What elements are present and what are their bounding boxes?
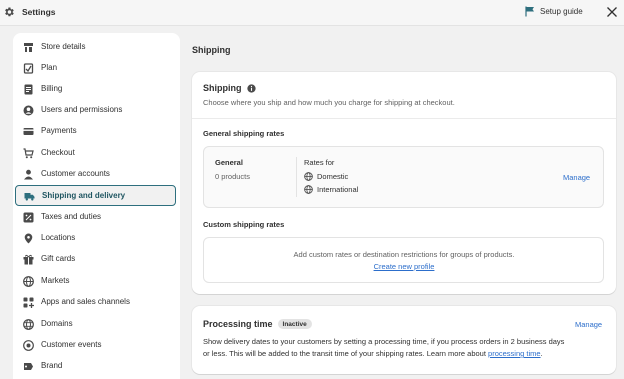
- apps-icon: [23, 297, 34, 308]
- custom-rates-label: Custom shipping rates: [203, 220, 285, 229]
- sidebar-item-domains[interactable]: Domains: [15, 314, 176, 335]
- manage-processing-link[interactable]: Manage: [575, 320, 602, 329]
- close-icon[interactable]: [606, 6, 618, 18]
- sidebar-item-apps[interactable]: Apps and sales channels: [15, 292, 176, 313]
- truck-icon: [24, 193, 35, 201]
- sidebar-item-label: Billing: [41, 84, 63, 93]
- setup-guide-label: Setup guide: [540, 7, 583, 16]
- sidebar-item-plan[interactable]: Plan: [15, 58, 176, 79]
- sidebar-item-taxes[interactable]: Taxes and duties: [15, 207, 176, 228]
- sidebar-item-users[interactable]: Users and permissions: [15, 100, 176, 121]
- sidebar-item-label: Customer events: [41, 340, 102, 349]
- sidebar-item-store-details[interactable]: Store details: [15, 37, 176, 58]
- brand-icon: [24, 363, 33, 370]
- page-title: Shipping: [192, 45, 231, 55]
- user-icon: [23, 105, 34, 116]
- sidebar-item-label: Locations: [41, 233, 76, 242]
- info-icon[interactable]: [246, 83, 256, 93]
- sidebar-item-billing[interactable]: Billing: [15, 79, 176, 100]
- setup-guide-button[interactable]: Setup guide: [525, 6, 583, 17]
- processing-description: Show delivery dates to your customers by…: [203, 336, 608, 360]
- zone-international: International: [304, 185, 358, 194]
- sidebar-item-customer-accounts[interactable]: Customer accounts: [15, 164, 176, 185]
- customer-icon: [24, 169, 33, 180]
- create-profile-link[interactable]: Create new profile: [374, 262, 435, 271]
- sidebar-item-label: Customer accounts: [41, 169, 110, 178]
- sidebar-item-gift-cards[interactable]: Gift cards: [15, 249, 176, 270]
- processing-card-header: Processing time Inactive: [203, 319, 312, 329]
- globe-icon: [23, 276, 34, 287]
- processing-desc-line1: Show delivery dates to your customers by…: [203, 337, 565, 346]
- settings-header: Settings Setup guide: [0, 0, 624, 26]
- sidebar-item-label: Markets: [41, 276, 70, 285]
- processing-desc-end: .: [540, 349, 543, 358]
- sidebar-item-label: Apps and sales channels: [41, 297, 130, 306]
- general-profile-box: General 0 products Rates for Domestic In…: [203, 146, 604, 208]
- sidebar-item-payments[interactable]: Payments: [15, 121, 176, 142]
- status-badge: Inactive: [277, 319, 312, 329]
- processing-time-link[interactable]: processing time: [488, 349, 541, 358]
- sidebar-item-shipping[interactable]: Shipping and delivery: [15, 185, 176, 206]
- processing-desc-line2: or less. This will be added to the trans…: [203, 349, 486, 358]
- zone-label: Domestic: [317, 172, 349, 181]
- billing-icon: [24, 84, 33, 95]
- shipping-card-header: Shipping: [203, 83, 256, 93]
- globe-icon: [304, 172, 313, 181]
- rates-for-label: Rates for: [304, 158, 335, 167]
- gift-icon: [23, 254, 34, 265]
- settings-title: Settings: [22, 7, 56, 17]
- zone-domestic: Domestic: [304, 172, 348, 181]
- general-rates-label: General shipping rates: [203, 129, 285, 138]
- custom-rates-box: Add custom rates or destination restrict…: [203, 237, 604, 283]
- payments-icon: [23, 128, 34, 135]
- shipping-card-title: Shipping: [203, 83, 242, 93]
- store-icon: [24, 43, 33, 52]
- processing-card-title: Processing time: [203, 319, 273, 329]
- shipping-card: Shipping Choose where you ship and how m…: [192, 72, 616, 294]
- create-profile-wrap: Create new profile: [204, 262, 604, 271]
- sidebar-item-label: Domains: [41, 319, 73, 328]
- zone-label: International: [317, 185, 359, 194]
- plan-icon: [23, 63, 34, 74]
- sidebar-item-label: Payments: [41, 126, 77, 135]
- sidebar-item-label: Store details: [41, 42, 86, 51]
- tax-icon: [23, 212, 34, 223]
- gear-icon: [5, 7, 14, 17]
- profile-product-count: 0 products: [215, 172, 251, 181]
- custom-rates-text: Add custom rates or destination restrict…: [293, 250, 515, 259]
- domains-icon: [23, 319, 34, 330]
- sidebar-item-label: Gift cards: [41, 254, 76, 263]
- sidebar-item-brand[interactable]: Brand: [15, 356, 176, 377]
- divider: [296, 157, 297, 197]
- sidebar-item-label: Users and permissions: [41, 105, 123, 114]
- manage-general-link[interactable]: Manage: [563, 173, 590, 182]
- sidebar-item-label: Checkout: [41, 148, 75, 157]
- profile-name: General: [215, 158, 243, 167]
- sidebar-item-label: Brand: [41, 361, 63, 370]
- sidebar-item-label: Taxes and duties: [41, 212, 102, 221]
- settings-sidebar: Store details Plan Billing Users and per…: [13, 33, 180, 379]
- divider: [192, 118, 616, 119]
- sidebar-item-locations[interactable]: Locations: [15, 228, 176, 249]
- processing-card: Processing time Inactive Manage Show del…: [192, 306, 616, 374]
- events-icon: [23, 340, 34, 351]
- cart-icon: [23, 148, 34, 159]
- flag-icon: [525, 6, 534, 17]
- sidebar-item-checkout[interactable]: Checkout: [15, 143, 176, 164]
- sidebar-item-markets[interactable]: Markets: [15, 271, 176, 292]
- sidebar-item-customer-events[interactable]: Customer events: [15, 335, 176, 356]
- location-icon: [24, 233, 33, 244]
- globe-icon: [304, 185, 313, 194]
- shipping-card-subtitle: Choose where you ship and how much you c…: [203, 98, 455, 107]
- sidebar-item-label: Shipping and delivery: [42, 191, 126, 200]
- sidebar-item-label: Plan: [41, 63, 58, 72]
